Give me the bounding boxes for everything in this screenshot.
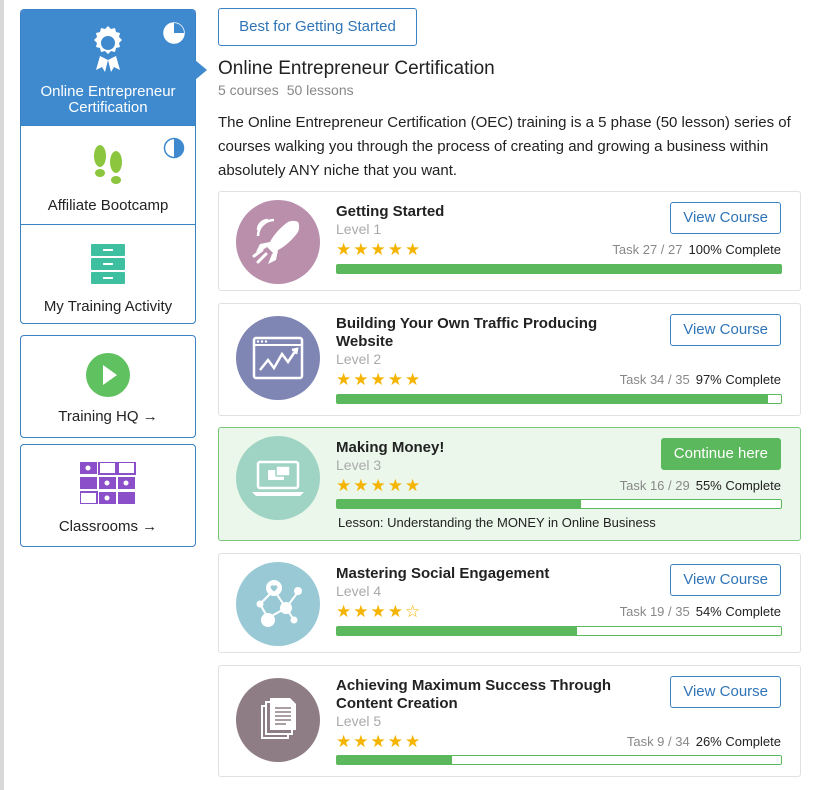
course-level: Level 3: [336, 457, 382, 473]
current-lesson[interactable]: Lesson: Understanding the MONEY in Onlin…: [338, 515, 656, 530]
percent-complete: 26% Complete: [695, 734, 781, 749]
course-title: Achieving Maximum Success Through Conten…: [336, 677, 612, 712]
sidebar-item-label: Affiliate Bootcamp: [47, 197, 169, 214]
course-title: Making Money!: [336, 439, 445, 456]
progress-fill: [337, 756, 453, 764]
progress-bar: [336, 755, 782, 765]
play-icon: [85, 352, 131, 403]
course-title: Building Your Own Traffic Producing Webs…: [336, 315, 598, 350]
footprints-icon: [88, 142, 128, 195]
course-level: Level 4: [336, 583, 382, 599]
percent-complete: 100% Complete: [688, 242, 782, 257]
percent-complete: 55% Complete: [695, 478, 781, 493]
progress-bar: [336, 499, 782, 509]
progress-bar: [336, 626, 782, 636]
view-course-button[interactable]: View Course: [670, 564, 781, 596]
left-rail: [0, 0, 4, 790]
award-ribbon-icon: [87, 24, 129, 77]
task-progress: Task 34 / 35 97% Complete: [620, 372, 781, 387]
task-count: Task 34 / 35: [619, 372, 690, 387]
classrooms-link[interactable]: Classrooms →: [20, 444, 196, 547]
course-title: Mastering Social Engagement: [336, 565, 550, 582]
social-network-icon: [236, 562, 320, 646]
sidebar-item-training-activity[interactable]: My Training Activity: [21, 225, 195, 323]
progress-fill: [337, 500, 582, 508]
classrooms-label: Classrooms →: [58, 518, 158, 535]
course-level: Level 1: [336, 221, 382, 237]
course-card-level-4: Mastering Social Engagement Level 4 ★★★★…: [218, 553, 801, 653]
course-meta: 5 courses 50 lessons: [218, 82, 354, 98]
star-rating: ★★★★★: [336, 732, 423, 751]
page-description: The Online Entrepreneur Certification (O…: [218, 114, 791, 179]
task-progress: Task 19 / 35 54% Complete: [620, 604, 781, 619]
course-card-level-5: Achieving Maximum Success Through Conten…: [218, 665, 801, 777]
lesson-count: 50 lessons: [286, 82, 354, 98]
course-level: Level 2: [336, 351, 382, 367]
star-rating: ★★★★☆: [336, 602, 423, 621]
task-count: Task 19 / 35: [619, 604, 690, 619]
view-course-button[interactable]: View Course: [670, 202, 781, 234]
progress-bar: [336, 394, 782, 404]
progress-bar: [336, 264, 782, 274]
training-hq-label: Training HQ →: [58, 408, 158, 425]
website-chart-icon: [236, 316, 320, 400]
task-count: Task 16 / 29: [619, 478, 690, 493]
training-hq-link[interactable]: Training HQ →: [20, 335, 196, 438]
sidebar-item-label: My Training Activity: [43, 298, 173, 315]
task-progress: Task 16 / 29 55% Complete: [620, 478, 781, 493]
task-progress: Task 9 / 34 26% Complete: [627, 734, 781, 749]
course-title: Getting Started: [336, 203, 445, 220]
task-progress: Task 27 / 27 100% Complete: [612, 242, 781, 257]
file-cabinet-icon: [90, 243, 126, 290]
classroom-grid-icon: [79, 461, 136, 509]
course-card-level-2: Building Your Own Traffic Producing Webs…: [218, 303, 801, 416]
course-card-level-1: Getting Started Level 1 ★★★★★ Task 27 / …: [218, 191, 801, 291]
page-title: Online Entrepreneur Certification: [218, 58, 495, 79]
continue-here-button[interactable]: Continue here: [660, 438, 781, 470]
task-count: Task 27 / 27: [612, 242, 683, 257]
star-rating: ★★★★★: [336, 370, 423, 389]
course-card-level-3: Making Money! Level 3 ★★★★★ Task 16 / 29…: [218, 427, 801, 541]
progress-fill: [337, 627, 577, 635]
sidebar-item-label: Online Entrepreneur Certification: [40, 83, 176, 116]
rocket-icon: [236, 200, 320, 284]
best-for-getting-started-button[interactable]: Best for Getting Started: [218, 8, 417, 46]
laptop-payment-icon: [236, 436, 320, 520]
star-rating: ★★★★★: [336, 476, 423, 495]
view-course-button[interactable]: View Course: [670, 676, 781, 708]
task-count: Task 9 / 34: [626, 734, 690, 749]
percent-complete: 97% Complete: [695, 372, 781, 387]
sidebar-item-affiliate-bootcamp[interactable]: Affiliate Bootcamp: [21, 126, 195, 225]
course-level: Level 5: [336, 713, 382, 729]
view-course-button[interactable]: View Course: [670, 314, 781, 346]
sidebar-nav: Online Entrepreneur Certification Affili…: [20, 9, 207, 324]
documents-icon: [236, 678, 320, 762]
sidebar-item-oec[interactable]: Online Entrepreneur Certification: [21, 10, 207, 126]
progress-pie-icon: [163, 137, 185, 159]
course-count: 5 courses: [218, 82, 279, 98]
progress-fill: [337, 395, 768, 403]
progress-fill: [337, 265, 781, 273]
percent-complete: 54% Complete: [695, 604, 781, 619]
star-rating: ★★★★★: [336, 240, 423, 259]
progress-pie-icon: [163, 22, 185, 44]
